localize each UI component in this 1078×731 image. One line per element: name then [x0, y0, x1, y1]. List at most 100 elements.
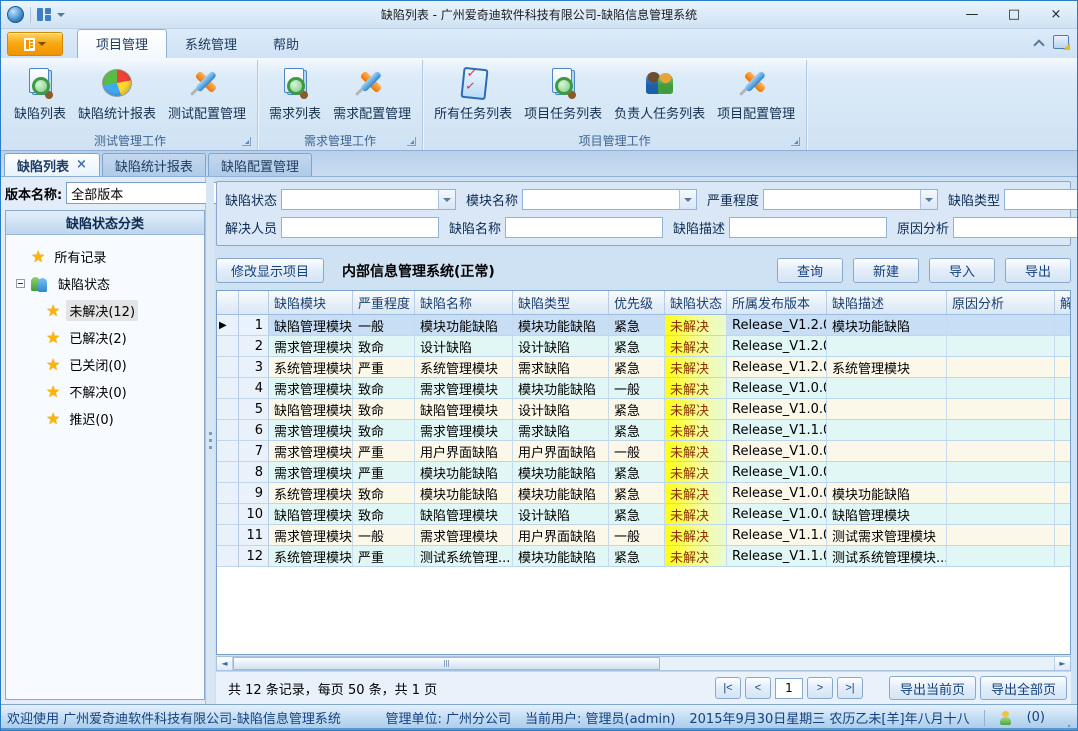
cell-status: 未解决 [665, 378, 727, 399]
ribbon-button[interactable]: 所有任务列表 [429, 64, 517, 124]
query-button[interactable]: 查询 [777, 258, 843, 283]
ribbon-button[interactable]: 项目任务列表 [519, 64, 607, 124]
ribbon-button[interactable]: 需求列表 [264, 64, 326, 124]
dialog-launcher-icon[interactable] [242, 137, 251, 146]
modify-columns-button[interactable]: 修改显示项目 [216, 258, 324, 283]
filter-text-input[interactable] [730, 218, 886, 237]
ribbon-help-icon[interactable] [1053, 35, 1069, 49]
app-globe-icon[interactable] [7, 6, 24, 23]
column-header[interactable]: 解决方法 [1055, 291, 1070, 314]
ribbon-button[interactable]: 测试配置管理 [163, 64, 251, 124]
column-header[interactable]: 所属发布版本 [727, 291, 827, 314]
tree-item-defect-status[interactable]: 缺陷状态 [16, 270, 200, 297]
table-row[interactable]: 3 系统管理模块 严重 系统管理模块 需求缺陷 紧急 未解决 Release_V… [217, 357, 1070, 378]
dialog-launcher-icon[interactable] [791, 137, 800, 146]
filter-text-input[interactable] [506, 218, 662, 237]
column-header[interactable]: 缺陷状态 [665, 291, 727, 314]
table-row[interactable]: 5 缺陷管理模块 致命 缺陷管理模块 设计缺陷 紧急 未解决 Release_V… [217, 399, 1070, 420]
table-row[interactable]: 6 需求管理模块 致命 需求管理模块 需求缺陷 紧急 未解决 Release_V… [217, 420, 1070, 441]
table-row[interactable]: 12 系统管理模块 严重 测试系统管理... 模块功能缺陷 紧急 未解决 Rel… [217, 546, 1070, 567]
filter-combobox[interactable] [281, 189, 456, 210]
resize-grip-icon[interactable] [1059, 718, 1071, 730]
tree-item-status[interactable]: ★ 未解决(12) [46, 297, 200, 324]
horizontal-scrollbar[interactable]: ◄ ► [216, 656, 1071, 671]
scrollbar-thumb[interactable] [233, 657, 660, 670]
layout-icon[interactable] [37, 8, 51, 22]
filter-combo-input[interactable] [282, 190, 438, 209]
combo-dropdown-icon[interactable] [438, 190, 455, 209]
minimize-button[interactable]: — [951, 1, 993, 28]
tree-item-status[interactable]: ★ 已关闭(0) [46, 351, 200, 378]
filter-text-input[interactable] [954, 218, 1078, 237]
last-page-button[interactable]: >| [837, 677, 863, 699]
tree-item-status[interactable]: ★ 已解决(2) [46, 324, 200, 351]
ribbon-tab-help[interactable]: 帮助 [255, 30, 317, 58]
table-row[interactable]: 11 需求管理模块 一般 需求管理模块 用户界面缺陷 一般 未解决 Releas… [217, 525, 1070, 546]
filter-combobox[interactable] [763, 189, 938, 210]
column-header[interactable]: 原因分析 [947, 291, 1055, 314]
column-header[interactable]: 缺陷名称 [415, 291, 513, 314]
ribbon-button[interactable]: 缺陷列表 [9, 64, 71, 124]
column-header[interactable]: 缺陷描述 [827, 291, 947, 314]
ribbon-tab-system[interactable]: 系统管理 [167, 30, 255, 58]
column-header[interactable]: 优先级 [609, 291, 665, 314]
import-button[interactable]: 导入 [929, 258, 995, 283]
ribbon-button[interactable]: 缺陷统计报表 [73, 64, 161, 124]
application-menu-button[interactable] [7, 32, 63, 56]
ribbon-tab-project[interactable]: 项目管理 [77, 29, 167, 58]
ribbon-button[interactable]: 需求配置管理 [328, 64, 416, 124]
scrollbar-track[interactable] [233, 657, 1054, 670]
column-header[interactable]: 严重程度 [353, 291, 415, 314]
export-button[interactable]: 导出 [1005, 258, 1071, 283]
filter-text-input[interactable] [282, 218, 438, 237]
tree-collapse-icon[interactable] [16, 279, 25, 288]
export-all-pages-button[interactable]: 导出全部页 [980, 676, 1067, 700]
tree-item-all-records[interactable]: ★ 所有记录 [16, 243, 200, 270]
chevron-down-icon[interactable] [57, 13, 65, 17]
table-row[interactable]: 7 需求管理模块 严重 用户界面缺陷 用户界面缺陷 一般 未解决 Release… [217, 441, 1070, 462]
page-number-input[interactable] [775, 678, 803, 699]
table-row[interactable]: 10 缺陷管理模块 致命 缺陷管理模块 设计缺陷 紧急 未解决 Release_… [217, 504, 1070, 525]
next-page-button[interactable]: > [807, 677, 833, 699]
close-tab-icon[interactable]: × [76, 160, 87, 170]
column-header[interactable]: 缺陷类型 [513, 291, 609, 314]
tree-item-status[interactable]: ★ 推迟(0) [46, 405, 200, 432]
tree-item-status[interactable]: ★ 不解决(0) [46, 378, 200, 405]
filter-combo-input[interactable] [523, 190, 679, 209]
row-number: 12 [239, 546, 269, 567]
filter-combobox[interactable] [1004, 189, 1078, 210]
first-page-button[interactable]: |< [715, 677, 741, 699]
filter-combo-input[interactable] [1005, 190, 1078, 209]
table-row[interactable]: 2 需求管理模块 致命 设计缺陷 设计缺陷 紧急 未解决 Release_V1.… [217, 336, 1070, 357]
scroll-left-icon[interactable]: ◄ [217, 657, 233, 670]
filter-textbox[interactable] [281, 217, 439, 238]
new-button[interactable]: 新建 [853, 258, 919, 283]
table-row[interactable]: 9 系统管理模块 致命 模块功能缺陷 模块功能缺陷 紧急 未解决 Release… [217, 483, 1070, 504]
close-button[interactable]: × [1035, 1, 1077, 28]
filter-textbox[interactable] [953, 217, 1078, 238]
panel-splitter[interactable] [206, 177, 214, 704]
filter-textbox[interactable] [729, 217, 887, 238]
prev-page-button[interactable]: < [745, 677, 771, 699]
maximize-button[interactable]: □ [993, 1, 1035, 28]
filter-combobox[interactable] [522, 189, 697, 210]
online-user-icon[interactable] [999, 711, 1013, 725]
combo-dropdown-icon[interactable] [920, 190, 937, 209]
table-row[interactable]: 4 需求管理模块 致命 需求管理模块 模块功能缺陷 一般 未解决 Release… [217, 378, 1070, 399]
doc-tab-defect-report[interactable]: 缺陷统计报表 [102, 153, 206, 176]
filter-textbox[interactable] [505, 217, 663, 238]
column-header[interactable]: 缺陷模块 [269, 291, 353, 314]
export-current-page-button[interactable]: 导出当前页 [889, 676, 976, 700]
ribbon-button[interactable]: 负责人任务列表 [609, 64, 710, 124]
collapse-ribbon-icon[interactable] [1034, 38, 1043, 47]
tools-icon [738, 66, 774, 100]
combo-dropdown-icon[interactable] [679, 190, 696, 209]
table-row[interactable]: ▶ 1 缺陷管理模块 一般 模块功能缺陷 模块功能缺陷 紧急 未解决 Relea… [217, 315, 1070, 336]
table-row[interactable]: 8 需求管理模块 严重 模块功能缺陷 模块功能缺陷 紧急 未解决 Release… [217, 462, 1070, 483]
ribbon-button[interactable]: 项目配置管理 [712, 64, 800, 124]
filter-combo-input[interactable] [764, 190, 920, 209]
doc-tab-defect-list[interactable]: 缺陷列表 × [4, 153, 100, 176]
scroll-right-icon[interactable]: ► [1054, 657, 1070, 670]
doc-tab-defect-config[interactable]: 缺陷配置管理 [208, 153, 312, 176]
dialog-launcher-icon[interactable] [407, 137, 416, 146]
